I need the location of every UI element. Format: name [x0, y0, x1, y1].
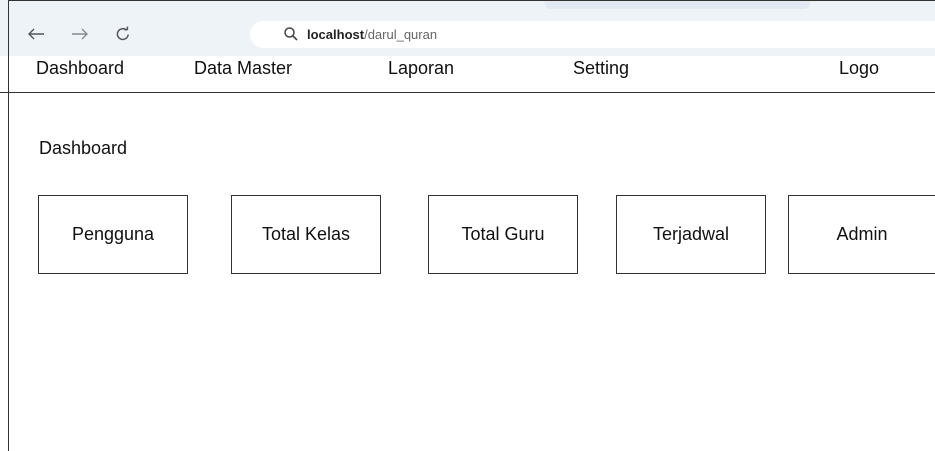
browser-toolbar: localhost/darul_quran	[0, 0, 935, 56]
reload-icon	[116, 26, 129, 41]
address-bar[interactable]: localhost/darul_quran	[250, 21, 935, 48]
frame-top-border	[8, 0, 935, 1]
card-total-guru[interactable]: Total Guru	[428, 195, 578, 274]
card-admin[interactable]: Admin	[788, 195, 935, 274]
menu-item-dashboard[interactable]: Dashboard	[36, 58, 124, 79]
page-title: Dashboard	[39, 138, 128, 158]
menu-item-setting[interactable]: Setting	[573, 58, 629, 79]
reload-button[interactable]	[112, 23, 134, 45]
page: localhost/darul_quran Dashboard Data Mas…	[0, 0, 935, 451]
card-total-kelas[interactable]: Total Kelas	[231, 195, 381, 274]
top-menu: Dashboard Data Master Laporan Setting Lo…	[0, 56, 935, 93]
url-host: localhost	[307, 27, 365, 42]
url-text[interactable]: localhost/darul_quran	[307, 27, 437, 42]
browser-tab-strip	[545, 0, 810, 9]
menu-item-data-master[interactable]: Data Master	[194, 58, 292, 79]
card-pengguna[interactable]: Pengguna	[38, 195, 188, 274]
forward-button[interactable]	[69, 23, 91, 45]
arrow-right-icon	[72, 28, 88, 40]
logo: Logo	[839, 58, 880, 78]
back-button[interactable]	[25, 23, 47, 45]
arrow-left-icon	[28, 28, 44, 40]
frame-left-border	[8, 0, 9, 451]
url-path: /darul_quran	[364, 27, 438, 42]
card-terjadwal[interactable]: Terjadwal	[616, 195, 766, 274]
menu-item-laporan[interactable]: Laporan	[388, 58, 454, 79]
search-icon	[284, 27, 298, 41]
